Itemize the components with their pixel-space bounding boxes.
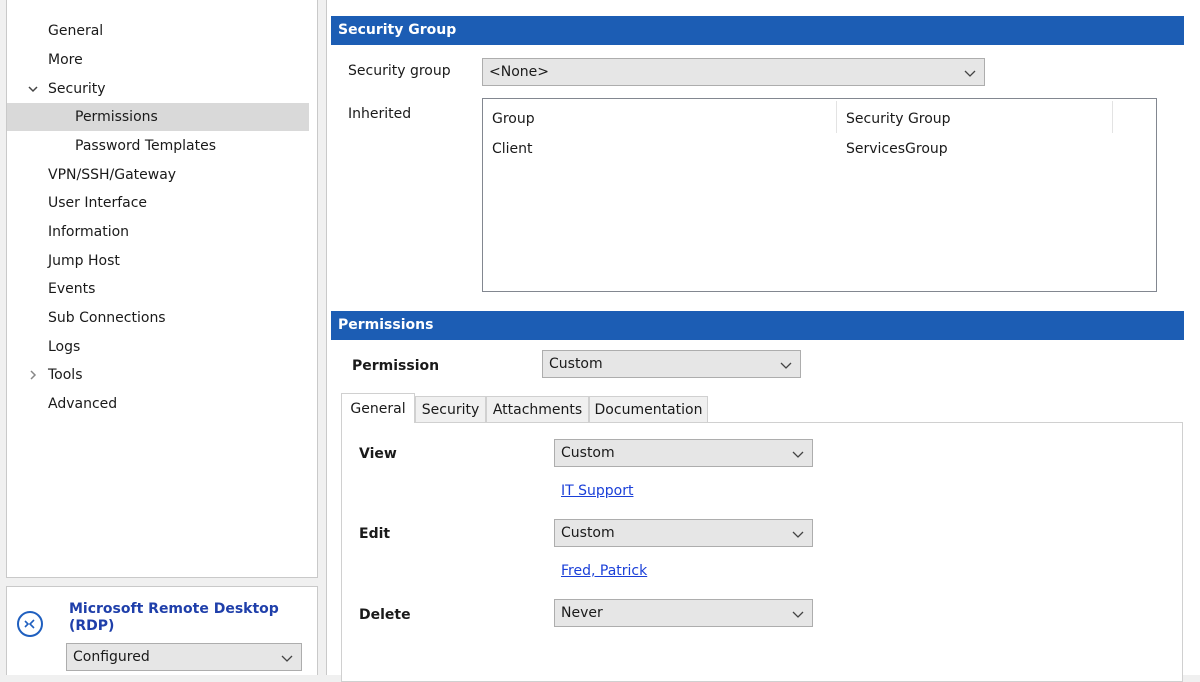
permission-dropdown[interactable]: Custom: [542, 350, 801, 378]
chevron-down-icon: [780, 362, 792, 369]
chevron-down-icon: [964, 70, 976, 77]
settings-nav-tree: General More Security Permissions Passwo…: [6, 0, 318, 578]
nav-item-vpn-ssh-gateway[interactable]: VPN/SSH/Gateway: [7, 161, 309, 189]
inherited-groups-table[interactable]: Group Security Group Client ServicesGrou…: [482, 98, 1157, 292]
nav-item-information[interactable]: Information: [7, 218, 309, 246]
tab-security[interactable]: Security: [415, 396, 486, 422]
column-header-security-group[interactable]: Security Group: [846, 111, 951, 127]
nav-item-label: Password Templates: [75, 138, 217, 154]
nav-item-sub-connections[interactable]: Sub Connections: [7, 304, 309, 332]
nav-item-label: Jump Host: [48, 253, 120, 269]
nav-item-label: Permissions: [75, 109, 158, 125]
dropdown-value: Custom: [561, 445, 615, 461]
chevron-right-icon[interactable]: [26, 361, 40, 392]
delete-label: Delete: [359, 607, 411, 623]
view-label: View: [359, 446, 397, 462]
connection-type-panel: Microsoft Remote Desktop (RDP) Configure…: [6, 586, 318, 675]
nav-item-tools[interactable]: Tools: [7, 361, 309, 389]
nav-item-logs[interactable]: Logs: [7, 333, 309, 361]
chevron-down-icon[interactable]: [26, 75, 40, 106]
nav-item-more[interactable]: More: [7, 46, 309, 74]
nav-item-password-templates[interactable]: Password Templates: [7, 132, 309, 160]
nav-item-security[interactable]: Security: [7, 75, 309, 103]
column-header-group[interactable]: Group: [492, 111, 535, 127]
inherited-label: Inherited: [348, 106, 412, 122]
chevron-down-icon: [792, 611, 804, 618]
nav-item-label: Sub Connections: [48, 310, 166, 326]
security-group-header: Security Group: [331, 16, 1184, 45]
nav-item-label: Information: [48, 224, 130, 240]
chevron-down-icon: [792, 531, 804, 538]
edit-dropdown[interactable]: Custom: [554, 519, 813, 547]
nav-item-label: VPN/SSH/Gateway: [48, 167, 177, 183]
security-group-label: Security group: [348, 63, 451, 79]
nav-item-label: Events: [48, 281, 96, 297]
nav-item-label: General: [48, 23, 104, 39]
nav-item-general[interactable]: General: [7, 17, 309, 45]
table-cell-group: Client: [492, 141, 533, 157]
view-dropdown[interactable]: Custom: [554, 439, 813, 467]
view-users-link[interactable]: IT Support: [561, 483, 633, 499]
nav-item-label: More: [48, 52, 83, 68]
dropdown-value: Configured: [73, 649, 150, 665]
tab-documentation[interactable]: Documentation: [589, 396, 708, 422]
table-cell-security-group: ServicesGroup: [846, 141, 948, 157]
nav-item-user-interface[interactable]: User Interface: [7, 189, 309, 217]
chevron-down-icon: [792, 451, 804, 458]
permissions-header: Permissions: [331, 311, 1184, 340]
nav-item-events[interactable]: Events: [7, 275, 309, 303]
table-row[interactable]: Client ServicesGroup: [483, 133, 1156, 163]
edit-users-link[interactable]: Fred, Patrick: [561, 563, 647, 579]
edit-label: Edit: [359, 526, 391, 542]
nav-item-advanced[interactable]: Advanced: [7, 390, 309, 418]
nav-item-label: Advanced: [48, 396, 118, 412]
tab-attachments[interactable]: Attachments: [486, 396, 589, 422]
nav-item-permissions[interactable]: Permissions: [7, 103, 309, 131]
nav-item-label: User Interface: [48, 195, 148, 211]
remote-desktop-icon: [17, 611, 43, 637]
general-tab-panel: View Custom IT Support Edit Custom Fred,…: [341, 422, 1183, 682]
dropdown-value: <None>: [489, 64, 549, 80]
dropdown-value: Never: [561, 605, 603, 621]
connection-status-dropdown[interactable]: Configured: [66, 643, 302, 671]
nav-item-label: Tools: [48, 367, 83, 383]
tab-general[interactable]: General: [341, 393, 415, 423]
dropdown-value: Custom: [561, 525, 615, 541]
security-group-dropdown[interactable]: <None>: [482, 58, 985, 86]
nav-item-jump-host[interactable]: Jump Host: [7, 247, 309, 275]
permission-label: Permission: [352, 358, 440, 374]
chevron-down-icon: [281, 655, 293, 662]
nav-item-label: Security: [48, 81, 106, 97]
delete-dropdown[interactable]: Never: [554, 599, 813, 627]
nav-item-label: Logs: [48, 339, 81, 355]
column-separator[interactable]: [1112, 101, 1113, 133]
column-separator[interactable]: [836, 101, 837, 133]
connection-type-name: Microsoft Remote Desktop (RDP): [69, 601, 279, 634]
dropdown-value: Custom: [549, 356, 603, 372]
